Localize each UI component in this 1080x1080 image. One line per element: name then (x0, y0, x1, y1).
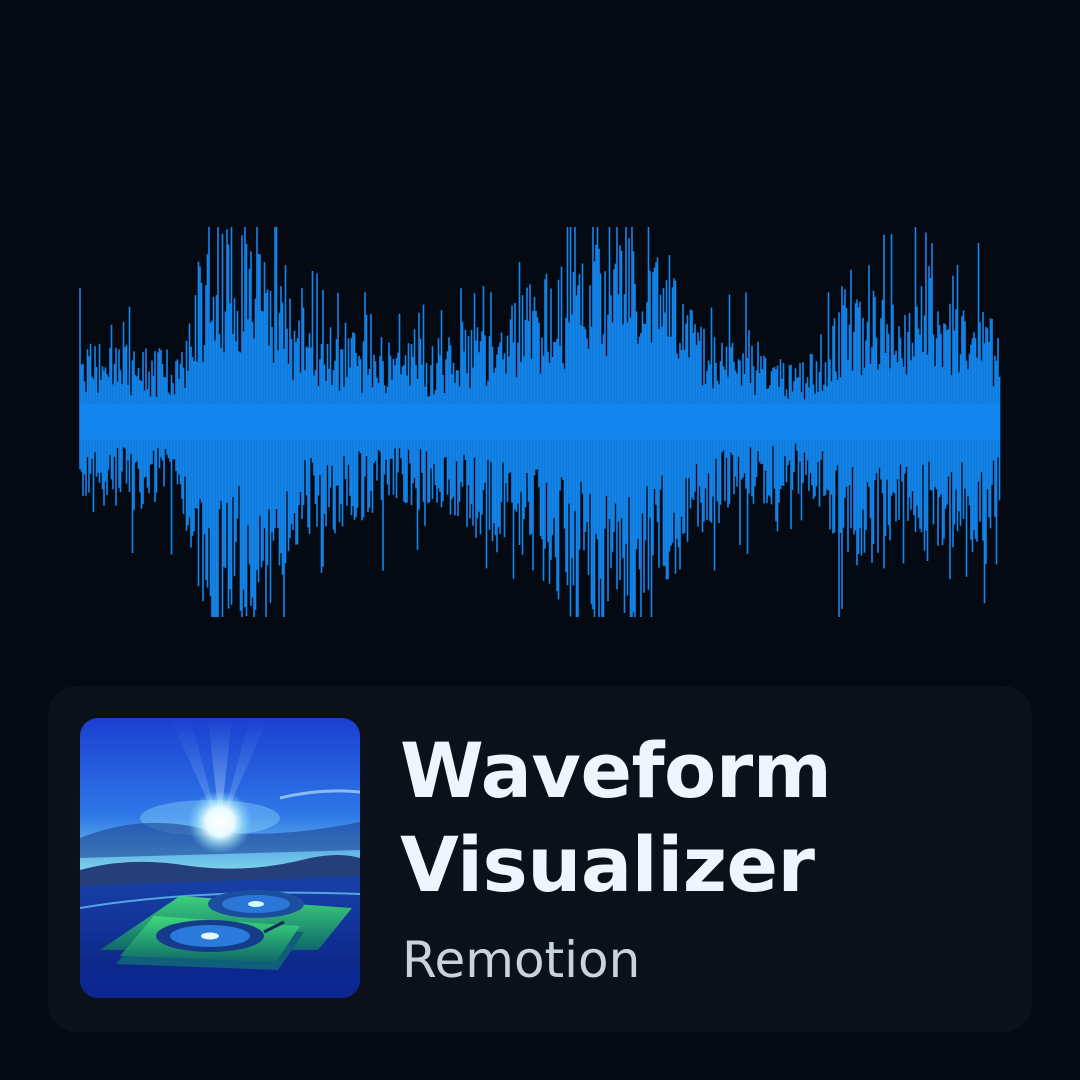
album-cover-image (80, 718, 360, 998)
track-title: Waveform Visualizer (400, 724, 1000, 912)
track-info-card: Waveform Visualizer Remotion (48, 686, 1032, 1032)
track-title-line-2: Visualizer (400, 820, 815, 909)
track-title-line-1: Waveform (400, 726, 832, 815)
waveform-visualizer-frame: Waveform Visualizer Remotion (0, 0, 1080, 1080)
track-artist: Remotion (402, 931, 641, 989)
waveform-bars (79, 227, 1001, 617)
turntables-artwork-icon (80, 718, 360, 998)
audio-waveform (79, 227, 1001, 617)
